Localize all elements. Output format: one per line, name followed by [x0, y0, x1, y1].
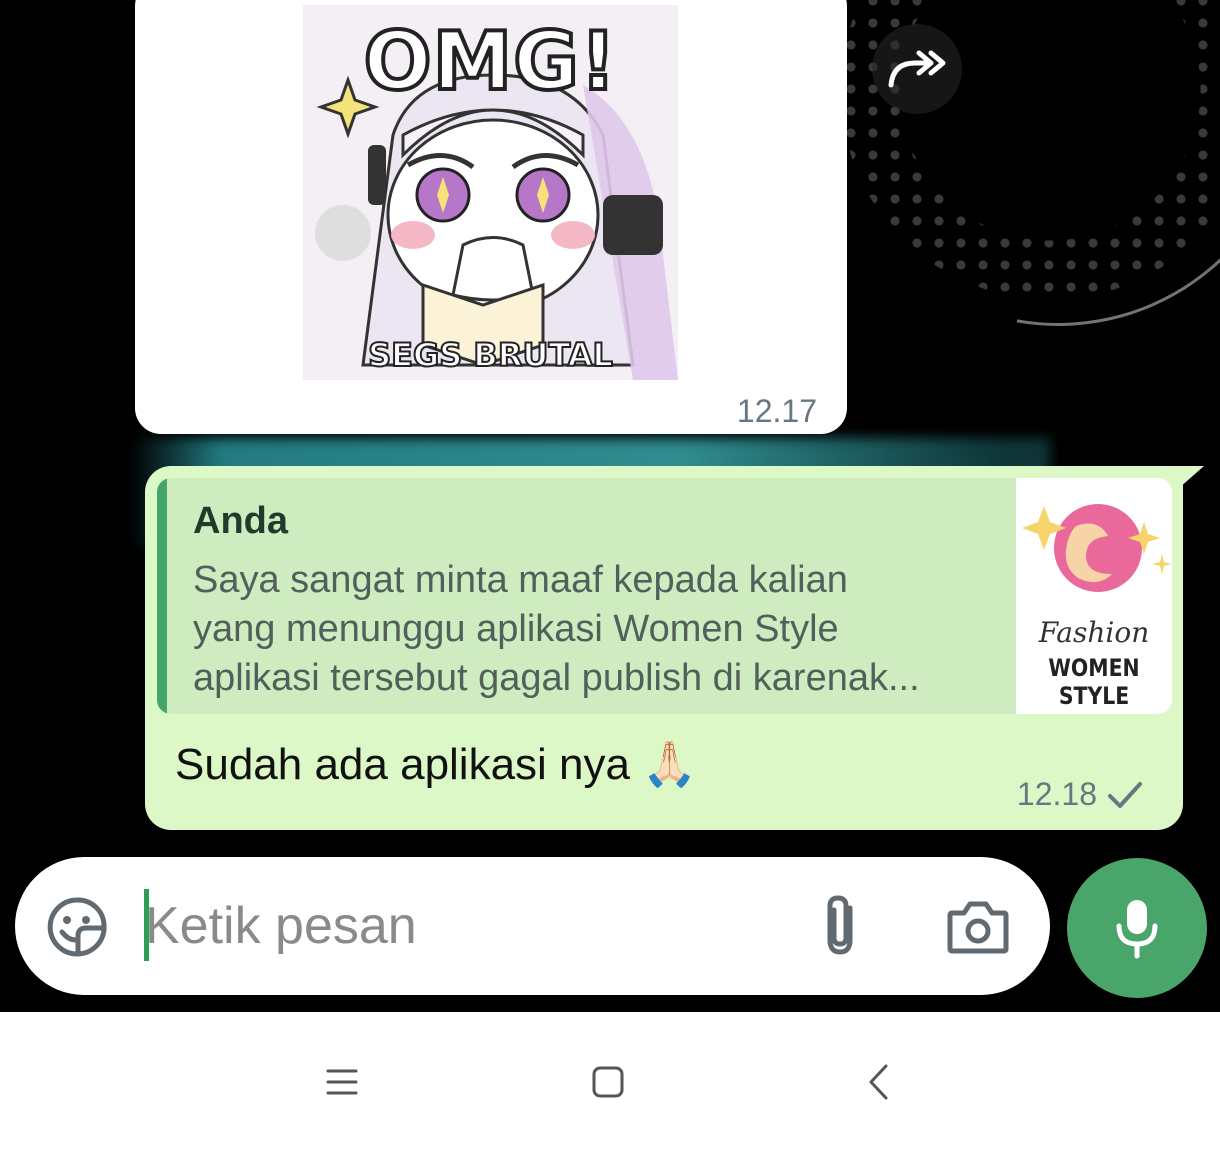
quote-text: Saya sangat minta maaf kepada kalian yan…	[193, 556, 1003, 703]
sticker-button[interactable]	[45, 895, 109, 959]
outgoing-message-bubble[interactable]: Anda Saya sangat minta maaf kepada kalia…	[145, 466, 1183, 830]
attach-icon	[827, 895, 853, 955]
message-text: Sudah ada aplikasi nya 🙏🏻	[175, 740, 698, 789]
message-meta: 12.18	[1017, 776, 1143, 813]
quote-line: aplikasi tersebut gagal publish di karen…	[193, 657, 920, 699]
quoted-message[interactable]: Anda Saya sangat minta maaf kepada kalia…	[157, 478, 1172, 714]
thumbnail-brand-text: WOMEN STYLE	[1048, 654, 1140, 710]
mic-icon	[1116, 900, 1158, 959]
forward-button[interactable]	[872, 24, 962, 114]
system-navigation-bar	[0, 1012, 1220, 1154]
back-icon	[869, 1064, 888, 1100]
quote-line: Saya sangat minta maaf kepada kalian	[193, 559, 848, 601]
recent-apps-button[interactable]	[302, 1052, 382, 1112]
message-input[interactable]	[145, 885, 785, 967]
home-button[interactable]	[568, 1052, 648, 1112]
back-button[interactable]	[838, 1052, 918, 1112]
single-check-icon	[1108, 781, 1142, 808]
sticker-bottom-caption: SEGS BRUTAL	[367, 335, 614, 375]
sticker-image[interactable]: OMG! SEGS BRUTAL	[303, 5, 678, 380]
incoming-message-bubble[interactable]: OMG! SEGS BRUTAL 12.17	[135, 0, 847, 434]
thumbnail-script-text: Fashion	[1038, 616, 1150, 649]
quote-line: yang menunggu aplikasi Women Style	[193, 608, 839, 650]
home-icon	[592, 1066, 624, 1098]
women-style-logo	[1022, 504, 1172, 592]
camera-button[interactable]	[943, 895, 1013, 959]
message-time: 12.17	[736, 393, 817, 429]
sticker-top-caption: OMG!	[362, 13, 619, 110]
camera-icon	[947, 901, 1009, 954]
menu-icon	[326, 1069, 358, 1095]
quote-accent-bar	[157, 478, 167, 714]
message-composer	[15, 857, 1050, 995]
message-time: 12.18	[1016, 776, 1097, 812]
quote-thumbnail: Fashion WOMEN STYLE	[1016, 478, 1172, 714]
forward-icon	[888, 50, 946, 88]
voice-message-button[interactable]	[1067, 858, 1207, 998]
quote-author: Anda	[193, 500, 288, 542]
sticker-icon	[47, 897, 107, 957]
attach-button[interactable]	[810, 893, 870, 959]
